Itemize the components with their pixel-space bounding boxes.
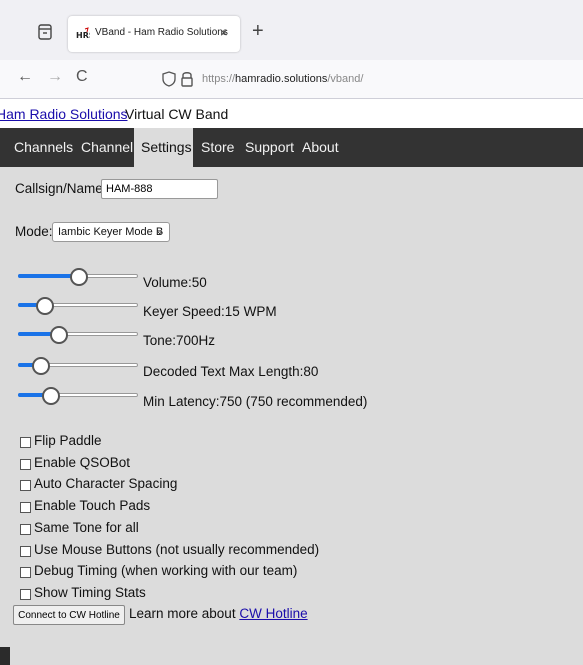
tab-close-icon[interactable]: × (220, 25, 228, 40)
slider-thumb[interactable] (70, 268, 88, 286)
new-tab-button[interactable]: + (252, 20, 264, 43)
hotline-info: Learn more about CW Hotline (129, 606, 308, 621)
checkbox[interactable] (20, 437, 31, 448)
site-title: Virtual CW Band (125, 106, 229, 122)
slider-thumb[interactable] (49, 326, 68, 344)
menu-item-channel[interactable]: Channel (81, 139, 133, 155)
slider-label: Volume:50 (143, 275, 207, 290)
site-header: Ham Radio Solutions Virtual CW Band (0, 99, 583, 128)
slider-thumb[interactable] (31, 357, 50, 375)
checkbox-label: Debug Timing (when working with our team… (34, 563, 298, 579)
forward-button[interactable]: → (47, 68, 63, 86)
checkbox[interactable] (20, 523, 31, 535)
browser-tabstrip: HRS VBand - Ham Radio Solutions × + (0, 0, 583, 60)
back-button[interactable]: ← (17, 68, 33, 86)
checkbox-label: Enable Touch Pads (34, 498, 151, 514)
lock-icon[interactable] (180, 70, 194, 88)
checkbox-label: Enable QSOBot (34, 454, 131, 470)
mode-label: Mode: (15, 224, 53, 239)
svg-text:HRS: HRS (76, 31, 90, 40)
menu-item-settings[interactable]: Settings (134, 128, 193, 167)
connect-hotline-button[interactable]: Connect to CW Hotline (13, 605, 125, 625)
menu-item-store[interactable]: Store (201, 139, 234, 155)
checkbox[interactable] (20, 588, 31, 600)
hotline-link[interactable]: CW Hotline (239, 606, 307, 621)
browser-tab[interactable]: HRS VBand - Ham Radio Solutions × (68, 16, 240, 52)
slider-3[interactable] (18, 356, 138, 375)
url-text: https://hamradio.solutions/vband/ (202, 73, 364, 85)
mode-select-value: Iambic Keyer Mode B (58, 226, 164, 238)
url-bar[interactable]: https://hamradio.solutions/vband/ (150, 64, 583, 94)
slider-2[interactable] (18, 325, 138, 344)
menu-item-channels[interactable]: Channels (14, 139, 73, 155)
slider-label: Tone:700Hz (143, 333, 216, 348)
callsign-label: Callsign/Name: (15, 181, 107, 196)
slider-label: Decoded Text Max Length:80 (143, 364, 319, 379)
checkbox[interactable] (20, 545, 31, 557)
site-home-link[interactable]: Ham Radio Solutions (0, 106, 128, 122)
checkbox-label: Flip Paddle (34, 433, 102, 448)
checkbox[interactable] (20, 502, 31, 514)
callsign-input[interactable] (101, 179, 218, 199)
chevron-down-icon: ⌄ (156, 226, 164, 236)
checkbox-label: Auto Character Spacing (34, 476, 178, 492)
main-menu: Channels Channel Settings Store Support … (0, 128, 583, 167)
slider-1[interactable] (18, 296, 138, 315)
tab-title: VBand - Ham Radio Solutions (95, 27, 228, 38)
slider-fill (18, 274, 78, 278)
slider-0[interactable] (18, 267, 138, 286)
shield-icon[interactable] (162, 71, 176, 87)
checkbox[interactable] (20, 458, 31, 470)
page-content: Ham Radio Solutions Virtual CW Band Chan… (0, 99, 583, 665)
slider-thumb[interactable] (36, 297, 55, 315)
checkbox[interactable] (20, 480, 31, 492)
checkbox[interactable] (20, 567, 31, 579)
slider-4[interactable] (18, 386, 138, 405)
checkbox-label: Use Mouse Buttons (not usually recommend… (34, 541, 320, 557)
favicon-icon: HRS (76, 27, 90, 40)
slider-thumb[interactable] (42, 387, 61, 405)
menu-item-support[interactable]: Support (245, 139, 294, 155)
menu-item-about[interactable]: About (302, 139, 339, 155)
tab-list-icon[interactable] (38, 24, 52, 40)
browser-navbar: ← → C https://hamradio.solutions/vband/ (0, 60, 583, 99)
corner-block (0, 647, 10, 665)
reload-button[interactable]: C (76, 68, 88, 86)
slider-label: Keyer Speed:15 WPM (143, 304, 277, 319)
mode-select[interactable]: Iambic Keyer Mode B ⌄ (52, 222, 170, 242)
slider-label: Min Latency:750 (750 recommended) (143, 394, 368, 409)
checkbox-label: Show Timing Stats (34, 584, 146, 600)
checkbox-label: Same Tone for all (34, 519, 139, 535)
